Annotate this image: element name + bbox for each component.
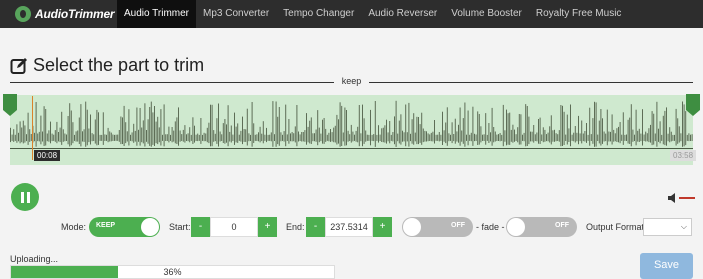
nav-item-mp3-converter[interactable]: Mp3 Converter	[196, 0, 276, 28]
fade-out-toggle[interactable]: OFF	[506, 217, 577, 237]
page-title: Select the part to trim	[33, 55, 205, 75]
volume-icon[interactable]	[668, 193, 696, 203]
keep-label: keep	[341, 76, 362, 86]
end-handle[interactable]	[686, 94, 700, 116]
pause-button[interactable]	[11, 183, 39, 211]
current-time-badge: 00:08	[34, 150, 61, 161]
top-navbar: AudioTrimmer Audio Trimmer Mp3 Converter…	[0, 0, 703, 28]
fade-label: - fade -	[476, 222, 505, 232]
upload-progress-bar: 36%	[10, 265, 335, 279]
start-increment-button[interactable]: +	[258, 217, 277, 237]
end-time-badge: 03:58	[670, 150, 697, 161]
fade-in-toggle[interactable]: OFF	[402, 217, 473, 237]
end-label: End:	[286, 222, 305, 232]
playhead[interactable]	[32, 96, 33, 160]
page-heading: Select the part to trim	[10, 55, 204, 76]
end-input[interactable]	[325, 217, 373, 237]
chevron-down-icon: ⌵	[680, 222, 687, 231]
start-decrement-button[interactable]: -	[191, 217, 210, 237]
nav-item-tempo-changer[interactable]: Tempo Changer	[276, 0, 361, 28]
start-label: Start:	[169, 222, 191, 232]
output-format-label: Output Format	[586, 222, 645, 232]
output-format-select[interactable]: ⌵	[643, 218, 692, 236]
end-increment-button[interactable]: +	[373, 217, 392, 237]
divider-line-left	[10, 82, 334, 83]
nav-item-audio-trimmer[interactable]: Audio Trimmer	[117, 0, 197, 28]
waveform-graphic	[10, 100, 693, 149]
keep-divider: keep	[10, 76, 693, 88]
edit-icon	[10, 57, 27, 74]
start-handle[interactable]	[3, 94, 17, 116]
mode-label: Mode:	[61, 222, 87, 232]
progress-percent: 36%	[163, 267, 182, 277]
start-input[interactable]	[210, 217, 258, 237]
nav-item-royalty-free-music[interactable]: Royalty Free Music	[529, 0, 629, 28]
divider-line-right	[369, 82, 693, 83]
upload-status: Uploading...	[10, 254, 59, 264]
fade-in-toggle-text: OFF	[451, 222, 465, 229]
save-button[interactable]: Save	[640, 253, 693, 279]
brand-logo[interactable]: AudioTrimmer	[0, 0, 117, 28]
fade-out-toggle-text: OFF	[555, 222, 569, 229]
logo-icon	[15, 6, 31, 22]
end-decrement-button[interactable]: -	[306, 217, 325, 237]
pause-icon	[20, 191, 24, 203]
nav-item-volume-booster[interactable]: Volume Booster	[444, 0, 529, 28]
mode-toggle-text: KEEP	[96, 222, 116, 229]
brand-name: AudioTrimmer	[35, 7, 115, 21]
mode-toggle[interactable]: KEEP	[89, 217, 160, 237]
nav-item-audio-reverser[interactable]: Audio Reverser	[361, 0, 444, 28]
waveform[interactable]	[10, 95, 693, 165]
